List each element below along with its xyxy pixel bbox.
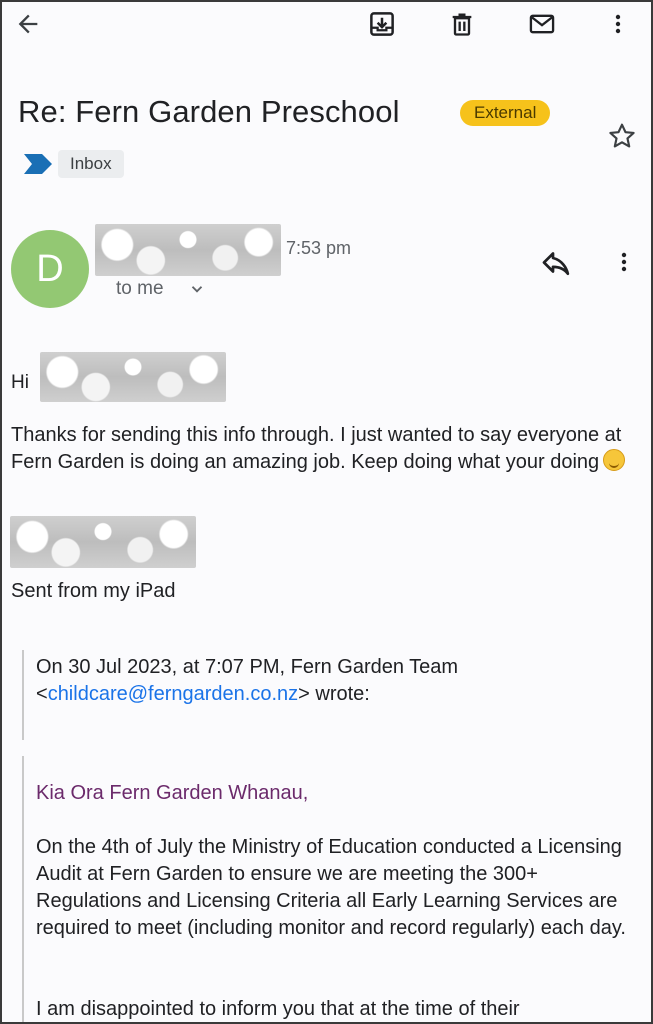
avatar[interactable]: D <box>11 230 89 308</box>
external-badge: External <box>460 100 551 126</box>
star-outline-icon[interactable] <box>606 120 638 157</box>
arrow-back-icon[interactable] <box>12 8 44 40</box>
sent-from-footer: Sent from my iPad <box>11 580 176 602</box>
email-view: Re: Fern Garden Preschool External Inbox… <box>0 0 653 1024</box>
recipient-summary[interactable]: to me <box>116 278 164 300</box>
recipient-name-redacted <box>40 352 226 402</box>
reply-icon[interactable] <box>538 246 574 287</box>
quoted-attribution: On 30 Jul 2023, at 7:07 PM, Fern Garden … <box>22 650 642 740</box>
message-more-icon[interactable] <box>612 246 636 283</box>
trash-icon[interactable] <box>446 8 478 40</box>
quoted-salutation: Kia Ora Fern Garden Whanau, <box>36 782 309 804</box>
email-open-bracket: < <box>36 683 48 705</box>
quoted-message: Kia Ora Fern Garden Whanau, On the 4th o… <box>22 756 642 1022</box>
label-chip-inbox[interactable]: Inbox <box>58 150 124 178</box>
email-close-wrote: > wrote: <box>298 683 370 705</box>
sender-name-redacted <box>95 224 281 276</box>
mail-icon[interactable] <box>526 8 558 40</box>
quoted-paragraph-1: On the 4th of July the Ministry of Educa… <box>36 836 626 939</box>
quoted-paragraph-2: I am disappointed to inform you that at … <box>36 998 520 1020</box>
more-vert-icon[interactable] <box>602 8 634 40</box>
archive-icon[interactable] <box>366 8 398 40</box>
action-bar <box>2 2 651 46</box>
important-marker-icon <box>24 154 52 179</box>
signature-redacted <box>10 516 196 568</box>
message-paragraph: Thanks for sending this info through. I … <box>11 422 641 476</box>
message-text: Thanks for sending this info through. I … <box>11 424 622 473</box>
greeting: Hi <box>11 372 29 393</box>
quote-attribution-prefix: On 30 Jul 2023, at 7:07 PM, Fern Garden … <box>36 656 459 678</box>
message-time: 7:53 pm <box>286 238 352 258</box>
smiling-face-emoji <box>603 449 626 471</box>
subject-row: Re: Fern Garden Preschool External <box>18 94 618 130</box>
email-subject: Re: Fern Garden Preschool <box>18 94 400 129</box>
quoted-email-link[interactable]: childcare@ferngarden.co.nz <box>48 683 298 705</box>
chevron-down-icon[interactable] <box>188 280 206 303</box>
quoted-attribution-text: On 30 Jul 2023, at 7:07 PM, Fern Garden … <box>36 654 636 708</box>
